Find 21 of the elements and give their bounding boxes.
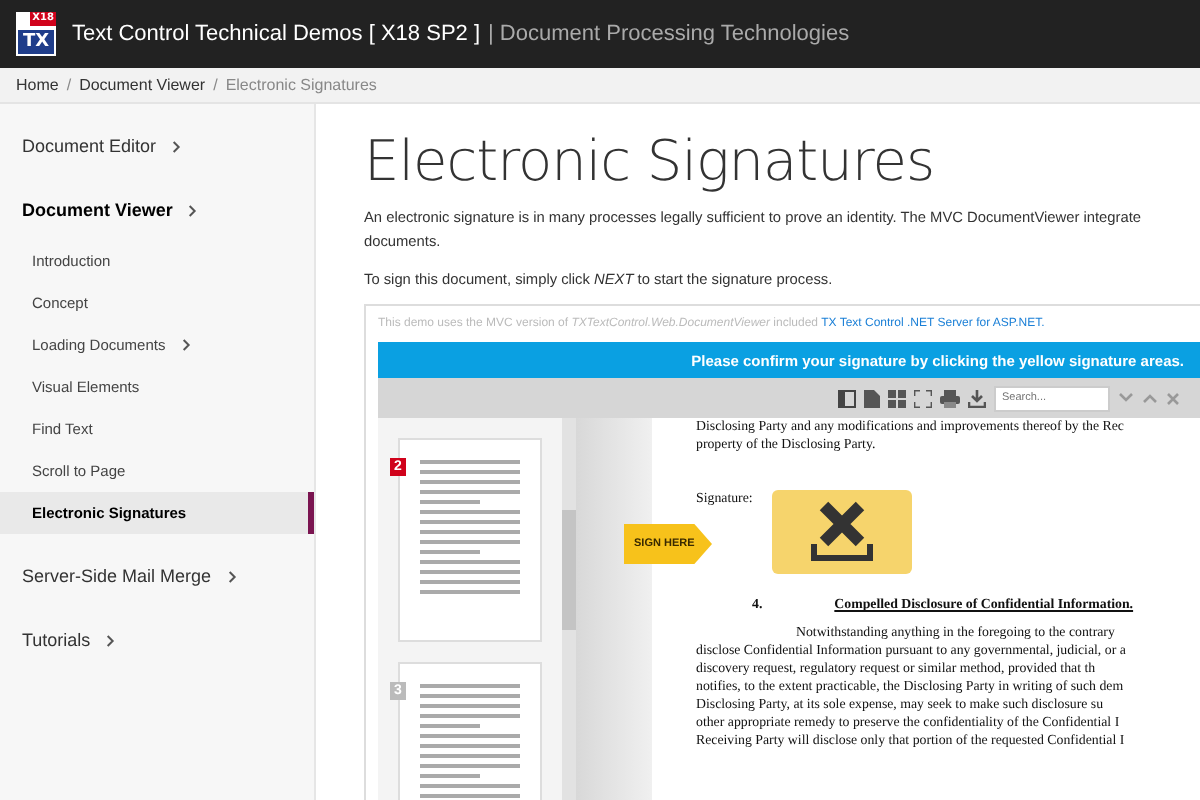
sidebar-section[interactable]: Document Viewer bbox=[0, 184, 314, 236]
breadcrumb-link[interactable]: Home bbox=[16, 76, 59, 94]
current-page-label: Electronic Signatures bbox=[225, 76, 377, 94]
breadcrumb-link[interactable]: Document Viewer bbox=[79, 76, 206, 94]
print-icon[interactable] bbox=[940, 389, 960, 407]
page-icon[interactable] bbox=[864, 389, 880, 407]
download-icon[interactable] bbox=[968, 389, 986, 407]
sidebar-section[interactable]: Server-Side Mail Merge bbox=[0, 550, 314, 602]
sidebar-section[interactable]: Tutorials bbox=[0, 614, 314, 666]
scrollbar-thumb[interactable] bbox=[562, 510, 576, 630]
breadcrumb-separator: / bbox=[66, 76, 72, 94]
site-subtitle: | Document Processing Technologies bbox=[488, 22, 850, 46]
fullscreen-icon[interactable] bbox=[914, 389, 932, 407]
sidebar-section[interactable]: Document Editor bbox=[0, 120, 314, 172]
signature-box[interactable] bbox=[772, 490, 913, 574]
page-heading: Electronic Signatures bbox=[364, 128, 937, 194]
grid-icon[interactable] bbox=[888, 389, 906, 407]
cross-tray-icon bbox=[808, 500, 877, 564]
breadcrumb-separator: / bbox=[213, 76, 218, 94]
site-title: Text Control Technical Demos [ X18 SP2 ] bbox=[72, 22, 481, 46]
sidebar-toggle-icon[interactable] bbox=[838, 389, 856, 407]
